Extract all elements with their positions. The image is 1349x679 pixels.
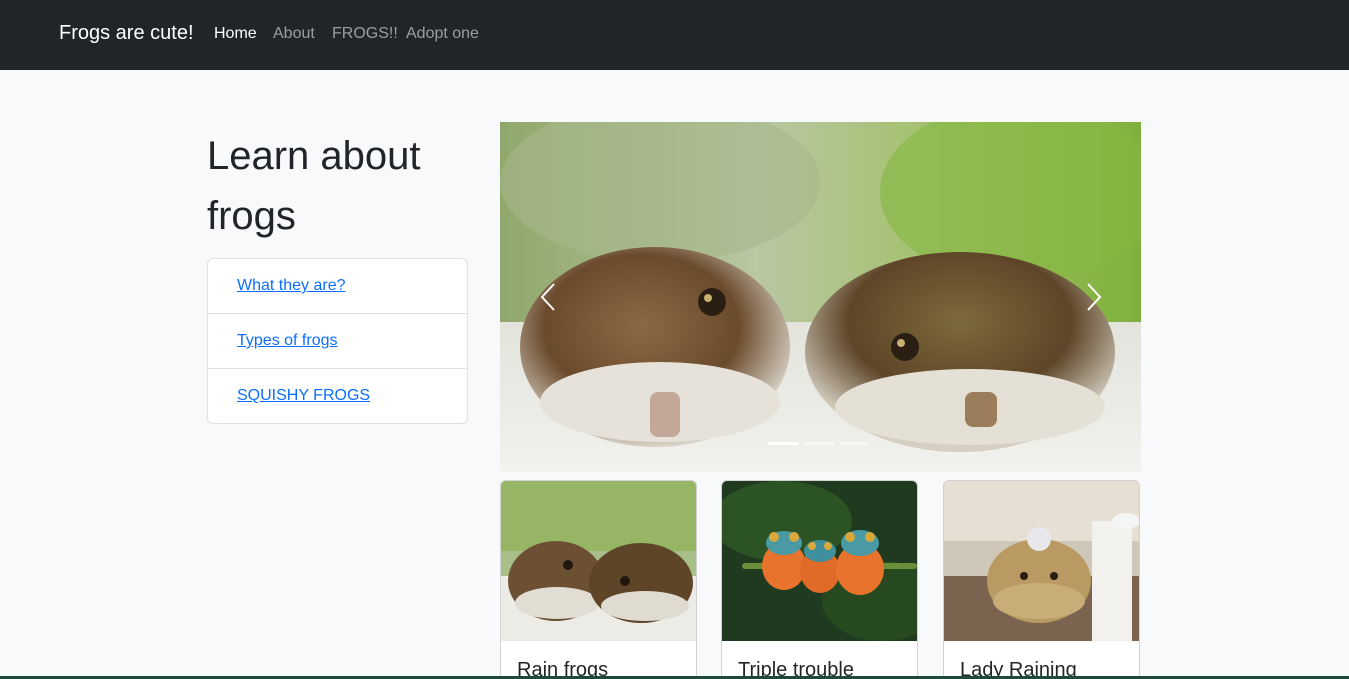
carousel-prev-button[interactable] — [534, 280, 564, 314]
carousel-next-button[interactable] — [1078, 280, 1108, 314]
chevron-right-icon — [1087, 283, 1102, 311]
carousel-slide-image — [500, 122, 1141, 472]
card-image — [722, 481, 917, 641]
list-item: Types of frogs — [208, 314, 467, 369]
carousel-indicator-1[interactable] — [768, 442, 798, 445]
carousel-indicator-3[interactable] — [840, 442, 870, 445]
card-image — [944, 481, 1139, 641]
nav-link-home[interactable]: Home — [214, 25, 257, 43]
navbar: Frogs are cute! Home About FROGS!! Adopt… — [0, 0, 1349, 70]
link-types-of-frogs[interactable]: Types of frogs — [237, 332, 338, 349]
list-item: SQUISHY FROGS — [208, 369, 467, 423]
navbar-brand[interactable]: Frogs are cute! — [59, 22, 194, 45]
card-image — [501, 481, 696, 641]
list-item: What they are? — [208, 259, 467, 314]
nav-link-frogs[interactable]: FROGS!! — [332, 25, 398, 43]
carousel-indicator-2[interactable] — [804, 442, 834, 445]
topic-list: What they are? Types of frogs SQUISHY FR… — [207, 258, 468, 424]
chevron-left-icon — [540, 283, 555, 311]
rain-frogs-photo — [500, 122, 1141, 472]
link-squishy-frogs[interactable]: SQUISHY FROGS — [237, 387, 370, 404]
nav-link-about[interactable]: About — [273, 25, 315, 43]
link-what-they-are[interactable]: What they are? — [237, 277, 346, 294]
page-title: Learn about frogs — [207, 134, 421, 238]
card-triple-trouble[interactable]: Triple trouble — [721, 480, 918, 679]
nav-link-adopt[interactable]: Adopt one — [406, 25, 479, 43]
card-lady-raining[interactable]: Lady Raining — [943, 480, 1140, 679]
card-rain-frogs[interactable]: Rain frogs — [500, 480, 697, 679]
